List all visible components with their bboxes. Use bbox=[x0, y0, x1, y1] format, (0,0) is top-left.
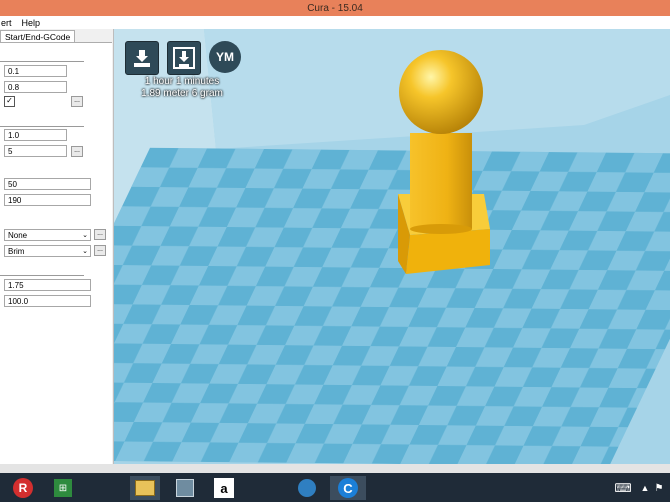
support-settings-button[interactable]: ... bbox=[94, 229, 106, 240]
section-divider bbox=[0, 275, 84, 276]
bottom-top-thickness-input[interactable]: 1.0 bbox=[4, 129, 67, 141]
window-title: Cura - 15.04 bbox=[307, 2, 363, 14]
settings-sidebar: Start/End-GCode 0.1 0.8 ✓ ... 1.0 5 ... … bbox=[0, 29, 114, 465]
filament-diameter-input[interactable]: 1.75 bbox=[4, 279, 91, 291]
support-type-value: None bbox=[8, 231, 28, 240]
layer-height-input[interactable]: 0.1 bbox=[4, 65, 67, 77]
printing-temperature-input[interactable]: 190 bbox=[4, 194, 91, 206]
section-divider bbox=[0, 61, 84, 62]
print-speed-input[interactable]: 50 bbox=[4, 178, 91, 190]
viewport-bottom-strip bbox=[0, 464, 670, 473]
menu-item-insert[interactable]: ert bbox=[0, 18, 13, 28]
chevron-down-icon: ⌄ bbox=[82, 248, 88, 255]
folder-icon bbox=[135, 480, 155, 496]
keyboard-icon[interactable]: ⌨ bbox=[612, 476, 634, 500]
flow-input[interactable]: 100.0 bbox=[4, 295, 91, 307]
network-icon bbox=[176, 479, 194, 497]
material-usage-label: 1.89 meter 6 gram bbox=[141, 88, 223, 99]
taskbar-app-r[interactable]: R bbox=[12, 476, 34, 500]
fill-settings-button[interactable]: ... bbox=[71, 146, 83, 157]
menu-bar: ert Help bbox=[0, 16, 670, 29]
taskbar-amazon[interactable]: a bbox=[212, 476, 236, 500]
load-model-button[interactable] bbox=[125, 41, 159, 75]
adhesion-settings-button[interactable]: ... bbox=[94, 245, 106, 256]
platform-adhesion-select[interactable]: Brim ⌄ bbox=[4, 245, 91, 257]
r-app-icon: R bbox=[13, 478, 33, 498]
shell-thickness-input[interactable]: 0.8 bbox=[4, 81, 67, 93]
3d-viewport[interactable]: YM 1 hour 1 minutes 1.89 meter 6 gram bbox=[114, 29, 670, 464]
retraction-checkbox[interactable]: ✓ bbox=[4, 96, 15, 107]
taskbar-network-app[interactable] bbox=[174, 476, 196, 500]
taskbar: R ⊞ a C ⌨ ▲ ⚑ bbox=[0, 473, 670, 502]
printer-icon bbox=[173, 47, 195, 69]
section-divider bbox=[0, 126, 84, 127]
menu-item-help[interactable]: Help bbox=[21, 18, 42, 28]
title-bar: Cura - 15.04 bbox=[0, 0, 670, 16]
model-sphere bbox=[399, 50, 483, 134]
cura-icon: C bbox=[338, 478, 358, 498]
youmagine-button[interactable]: YM bbox=[209, 41, 241, 73]
taskbar-store[interactable]: ⊞ bbox=[52, 476, 74, 500]
build-plate-grid bbox=[114, 147, 670, 464]
platform-adhesion-value: Brim bbox=[8, 247, 25, 256]
print-time-label: 1 hour 1 minutes bbox=[144, 76, 220, 87]
youmagine-label: YM bbox=[216, 50, 234, 64]
model-column bbox=[410, 133, 472, 229]
chevron-down-icon: ⌄ bbox=[82, 232, 88, 239]
action-center-flag-icon[interactable]: ⚑ bbox=[652, 476, 666, 500]
load-icon bbox=[134, 50, 150, 67]
settings-panel: 0.1 0.8 ✓ ... 1.0 5 ... 50 190 None ⌄ ..… bbox=[0, 42, 112, 465]
amazon-icon: a bbox=[214, 478, 234, 498]
store-icon: ⊞ bbox=[54, 479, 72, 497]
fill-density-input[interactable]: 5 bbox=[4, 145, 67, 157]
print-button[interactable] bbox=[167, 41, 201, 75]
show-hidden-icons-icon[interactable]: ▲ bbox=[640, 476, 650, 500]
taskbar-file-explorer[interactable] bbox=[130, 476, 160, 500]
taskbar-cura[interactable]: C bbox=[330, 476, 366, 500]
taskbar-globe-app[interactable] bbox=[296, 476, 318, 500]
retraction-settings-button[interactable]: ... bbox=[71, 96, 83, 107]
globe-icon bbox=[298, 479, 316, 497]
support-type-select[interactable]: None ⌄ bbox=[4, 229, 91, 241]
